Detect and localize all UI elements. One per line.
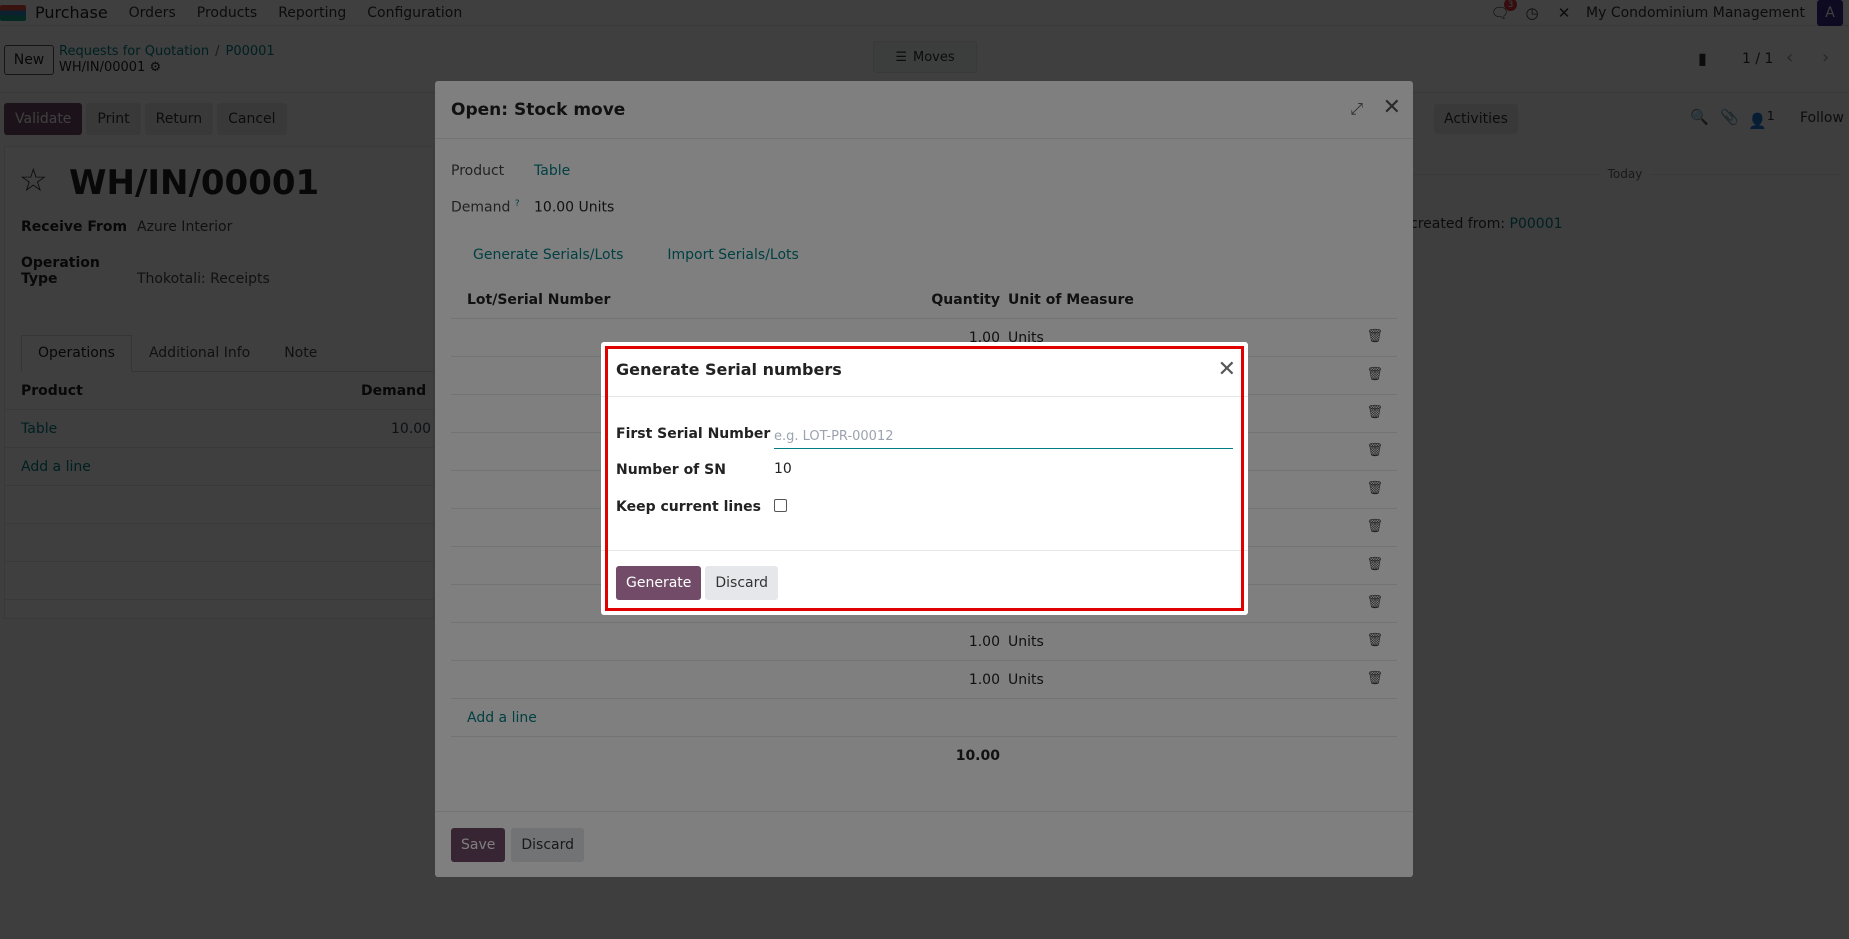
keep-lines-label: Keep current lines xyxy=(616,499,761,515)
first-serial-field: First Serial Number xyxy=(616,426,774,442)
generate-button[interactable]: Generate xyxy=(616,566,702,600)
discard-button[interactable]: Discard xyxy=(705,566,779,600)
number-of-sn-input[interactable]: 10 xyxy=(774,461,792,477)
dialog-footer: Generate Discard xyxy=(601,550,1248,615)
keep-lines-checkbox[interactable] xyxy=(774,499,787,512)
generate-serial-dialog: Generate Serial numbers ✕ First Serial N… xyxy=(601,342,1248,615)
number-of-sn-field: Number of SN xyxy=(616,462,774,478)
first-serial-label: First Serial Number xyxy=(616,426,771,442)
keep-lines-field: Keep current lines xyxy=(616,499,774,515)
number-of-sn-label: Number of SN xyxy=(616,462,726,478)
dialog-header: Generate Serial numbers ✕ xyxy=(601,342,1248,397)
close-icon[interactable]: ✕ xyxy=(1218,357,1236,382)
dialog-title: Generate Serial numbers xyxy=(616,360,842,379)
first-serial-input[interactable] xyxy=(774,425,1233,449)
